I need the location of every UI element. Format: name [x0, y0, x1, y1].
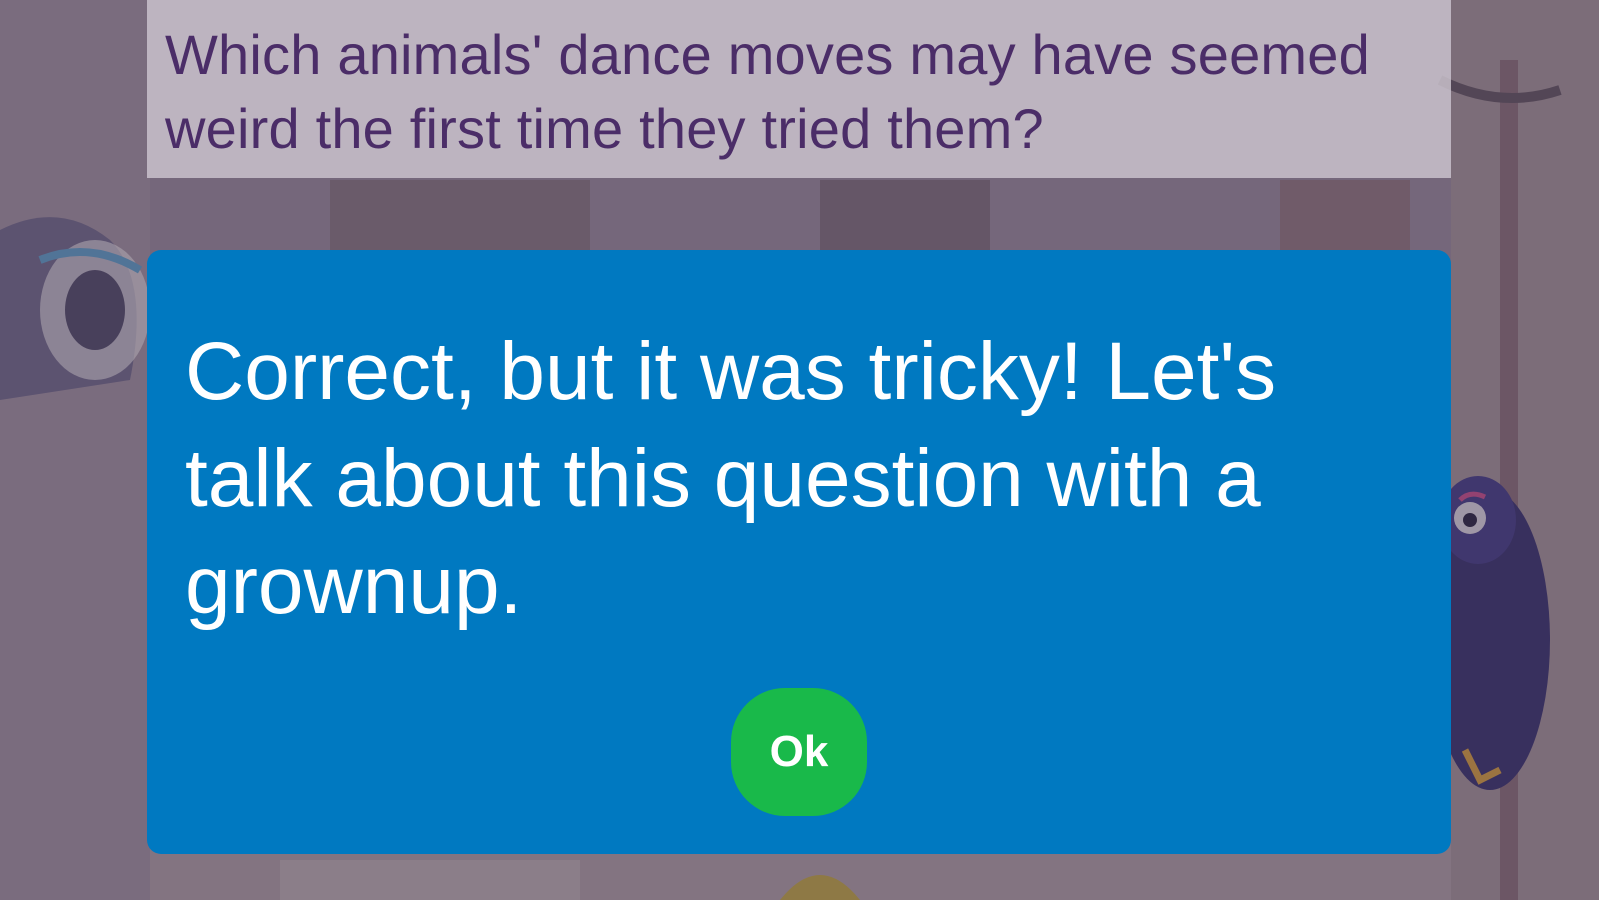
ok-button[interactable]: Ok: [731, 688, 867, 816]
question-card: Which animals' dance moves may have seem…: [147, 0, 1451, 178]
feedback-message: Correct, but it was tricky! Let's talk a…: [185, 326, 1277, 631]
question-text: Which animals' dance moves may have seem…: [165, 23, 1370, 160]
feedback-dialog: Correct, but it was tricky! Let's talk a…: [147, 250, 1451, 854]
app-screen: Which animals' dance moves may have seem…: [0, 0, 1599, 900]
